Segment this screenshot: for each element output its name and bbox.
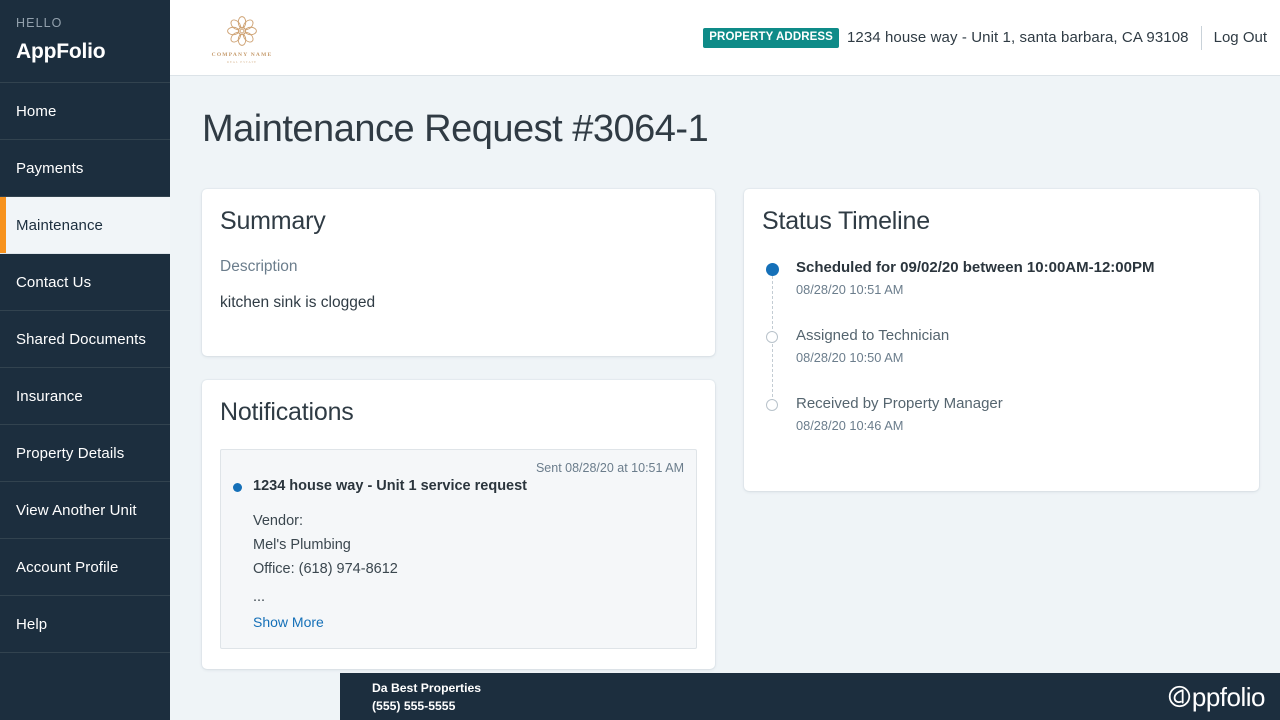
status-timeline-card: Status Timeline Scheduled for 09/02/20 b… <box>744 189 1259 491</box>
timeline-gutter <box>762 258 796 334</box>
appfolio-brand-logo: ppfolio <box>1168 681 1266 712</box>
timeline-entry-body: Assigned to Technician 08/28/20 10:50 AM <box>796 326 949 394</box>
sidebar-nav-list: Home Payments Maintenance Contact Us Sha… <box>0 83 170 653</box>
timeline-entry-body: Scheduled for 09/02/20 between 10:00AM-1… <box>796 258 1154 326</box>
sidebar-item-label: Property Details <box>16 444 125 462</box>
content-area: Maintenance Request #3064-1 Summary Desc… <box>170 76 1280 720</box>
timeline-past-dot-icon <box>766 331 778 343</box>
appfolio-brand-text: ppfolio <box>1191 681 1266 712</box>
page-title: Maintenance Request #3064-1 <box>202 108 709 150</box>
timeline-entry-body: Received by Property Manager 08/28/20 10… <box>796 394 1003 434</box>
status-timeline-list: Scheduled for 09/02/20 between 10:00AM-1… <box>762 258 1241 434</box>
description-label: Description <box>220 258 298 275</box>
main-pane: COMPANY NAME REAL ESTATE PROPERTY ADDRES… <box>170 0 1280 720</box>
timeline-entry-timestamp: 08/28/20 10:50 AM <box>796 350 904 365</box>
timeline-entry-label: Scheduled for 09/02/20 between 10:00AM-1… <box>796 259 1155 276</box>
company-logo[interactable]: COMPANY NAME REAL ESTATE <box>182 11 302 64</box>
page-footer: Da Best Properties (555) 555-5555 ppfoli… <box>340 673 1280 720</box>
notification-body-line: Office: (618) 974-8612 <box>253 561 398 577</box>
header-divider <box>1200 25 1202 50</box>
app-root: HELLO AppFolio Home Payments Maintenance… <box>0 0 1280 720</box>
sidebar-item-label: Shared Documents <box>16 330 147 348</box>
top-header: COMPANY NAME REAL ESTATE PROPERTY ADDRES… <box>170 0 1280 76</box>
sidebar-item-label: View Another Unit <box>16 501 137 519</box>
sidebar-item-label: Payments <box>16 159 84 177</box>
property-address-text: 1234 house way - Unit 1, santa barbara, … <box>846 29 1189 46</box>
top-header-right: PROPERTY ADDRESS 1234 house way - Unit 1… <box>703 25 1267 50</box>
timeline-connector-line <box>772 344 773 402</box>
timeline-gutter <box>762 394 796 434</box>
footer-company-info: Da Best Properties (555) 555-5555 <box>372 679 481 715</box>
sidebar-item-maintenance[interactable]: Maintenance <box>0 197 170 254</box>
notification-headline: 1234 house way - Unit 1 service request <box>253 478 528 494</box>
timeline-entry-received: Received by Property Manager 08/28/20 10… <box>762 394 1241 434</box>
description-value: kitchen sink is clogged <box>220 294 376 311</box>
timeline-entry-label: Assigned to Technician <box>796 327 950 344</box>
logo-tagline: REAL ESTATE <box>226 60 258 64</box>
notification-body: Vendor: Mel's Plumbing Office: (618) 974… <box>253 509 684 632</box>
floral-mandala-icon <box>227 16 257 46</box>
summary-card-title: Summary <box>220 207 326 235</box>
footer-phone: (555) 555-5555 <box>372 698 456 713</box>
timeline-current-dot-icon <box>766 263 779 276</box>
notification-headline-row: 1234 house way - Unit 1 service request <box>233 477 684 496</box>
sidebar-item-view-another-unit[interactable]: View Another Unit <box>0 482 170 539</box>
show-more-link[interactable]: Show More <box>253 614 324 630</box>
greeting-hello-label: HELLO <box>16 16 63 30</box>
sidebar-item-label: Account Profile <box>16 558 119 576</box>
sidebar-item-label: Help <box>16 615 48 633</box>
timeline-entry-timestamp: 08/28/20 10:46 AM <box>796 418 904 433</box>
sidebar: HELLO AppFolio Home Payments Maintenance… <box>0 0 170 720</box>
summary-card: Summary Description kitchen sink is clog… <box>202 189 715 356</box>
sidebar-item-help[interactable]: Help <box>0 596 170 653</box>
property-address-badge: PROPERTY ADDRESS <box>703 27 839 48</box>
appfolio-a-icon <box>1168 685 1191 708</box>
account-name: AppFolio <box>16 40 106 63</box>
sidebar-item-label: Home <box>16 102 57 120</box>
timeline-connector-line <box>772 276 773 334</box>
logout-link[interactable]: Log Out <box>1214 29 1267 46</box>
greeting-block: HELLO AppFolio <box>0 0 170 83</box>
notification-body-line: Vendor: <box>253 513 303 529</box>
left-column: Summary Description kitchen sink is clog… <box>202 189 715 669</box>
sidebar-item-payments[interactable]: Payments <box>0 140 170 197</box>
sidebar-item-label: Insurance <box>16 387 83 405</box>
timeline-past-dot-icon <box>766 399 778 411</box>
sidebar-item-contact-us[interactable]: Contact Us <box>0 254 170 311</box>
footer-company-name: Da Best Properties <box>372 680 482 695</box>
notification-item[interactable]: Sent 08/28/20 at 10:51 AM 1234 house way… <box>220 449 697 649</box>
logo-company-name: COMPANY NAME <box>211 52 273 58</box>
sidebar-item-insurance[interactable]: Insurance <box>0 368 170 425</box>
notification-truncation-ellipsis: ... <box>253 589 266 605</box>
timeline-entry-timestamp: 08/28/20 10:51 AM <box>796 282 904 297</box>
right-column: Status Timeline Scheduled for 09/02/20 b… <box>744 189 1259 669</box>
status-timeline-card-title: Status Timeline <box>762 207 930 235</box>
sidebar-item-home[interactable]: Home <box>0 83 170 140</box>
timeline-entry-label: Received by Property Manager <box>796 395 1003 412</box>
sidebar-item-shared-documents[interactable]: Shared Documents <box>0 311 170 368</box>
notification-body-line: Mel's Plumbing <box>253 537 351 553</box>
unread-dot-icon <box>233 483 242 492</box>
timeline-entry-current: Scheduled for 09/02/20 between 10:00AM-1… <box>762 258 1241 334</box>
notifications-card: Notifications Sent 08/28/20 at 10:51 AM … <box>202 380 715 669</box>
content-columns: Summary Description kitchen sink is clog… <box>202 189 1259 669</box>
sidebar-item-label: Contact Us <box>16 273 92 291</box>
notifications-card-title: Notifications <box>220 398 354 426</box>
timeline-entry-assigned: Assigned to Technician 08/28/20 10:50 AM <box>762 326 1241 402</box>
sidebar-item-label: Maintenance <box>16 216 103 234</box>
sidebar-item-account-profile[interactable]: Account Profile <box>0 539 170 596</box>
sidebar-item-property-details[interactable]: Property Details <box>0 425 170 482</box>
timeline-gutter <box>762 326 796 402</box>
notification-sent-timestamp: Sent 08/28/20 at 10:51 AM <box>535 461 684 475</box>
